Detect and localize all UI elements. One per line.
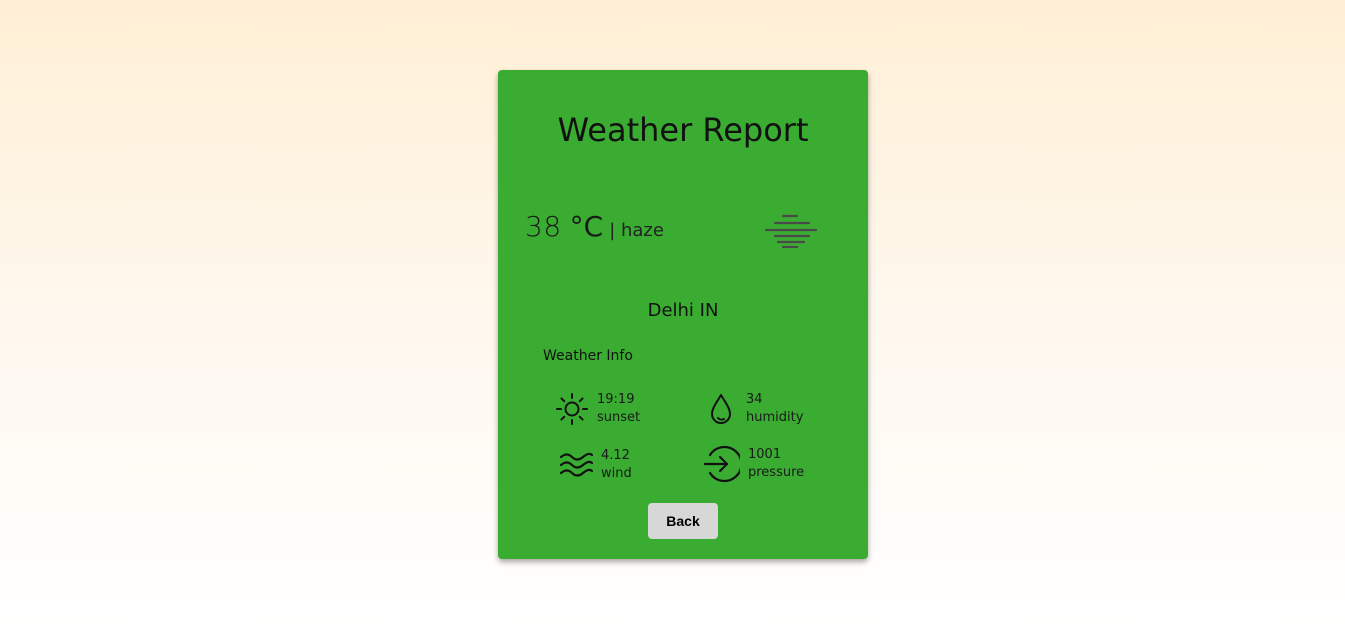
sunset-label: sunset [597, 410, 641, 425]
humidity-value: 34 [746, 392, 763, 407]
location-name: Delhi IN [647, 300, 719, 321]
weather-card: Weather Report 38 °C | haze Delhi IN Wea… [498, 70, 868, 559]
info-item-humidity: 34 humidity [704, 391, 803, 427]
water-drop-icon [711, 394, 731, 424]
wind-label: wind [601, 466, 632, 481]
info-item-wind: 4.12 wind [559, 447, 632, 483]
weather-description: | haze [609, 220, 664, 241]
temperature-unit: °C [569, 210, 604, 243]
humidity-label: humidity [746, 410, 804, 425]
page-title: Weather Report [557, 111, 809, 149]
wind-value: 4.12 [601, 448, 630, 463]
back-button[interactable]: Back [648, 503, 718, 539]
temperature-row: 38 °C | haze [525, 210, 664, 243]
pressure-value: 1001 [748, 447, 782, 462]
info-item-sunset: 19:19 sunset [555, 391, 640, 427]
haze-icon [764, 214, 818, 248]
info-item-pressure: 1001 pressure [702, 445, 804, 483]
pressure-label: pressure [748, 465, 805, 480]
temperature-value: 38 [525, 210, 562, 243]
pressure-arrow-icon [703, 445, 740, 483]
sun-icon [556, 393, 588, 425]
wind-icon [559, 452, 593, 477]
weather-info-heading: Weather Info [543, 348, 633, 364]
sunset-value: 19:19 [597, 392, 635, 407]
